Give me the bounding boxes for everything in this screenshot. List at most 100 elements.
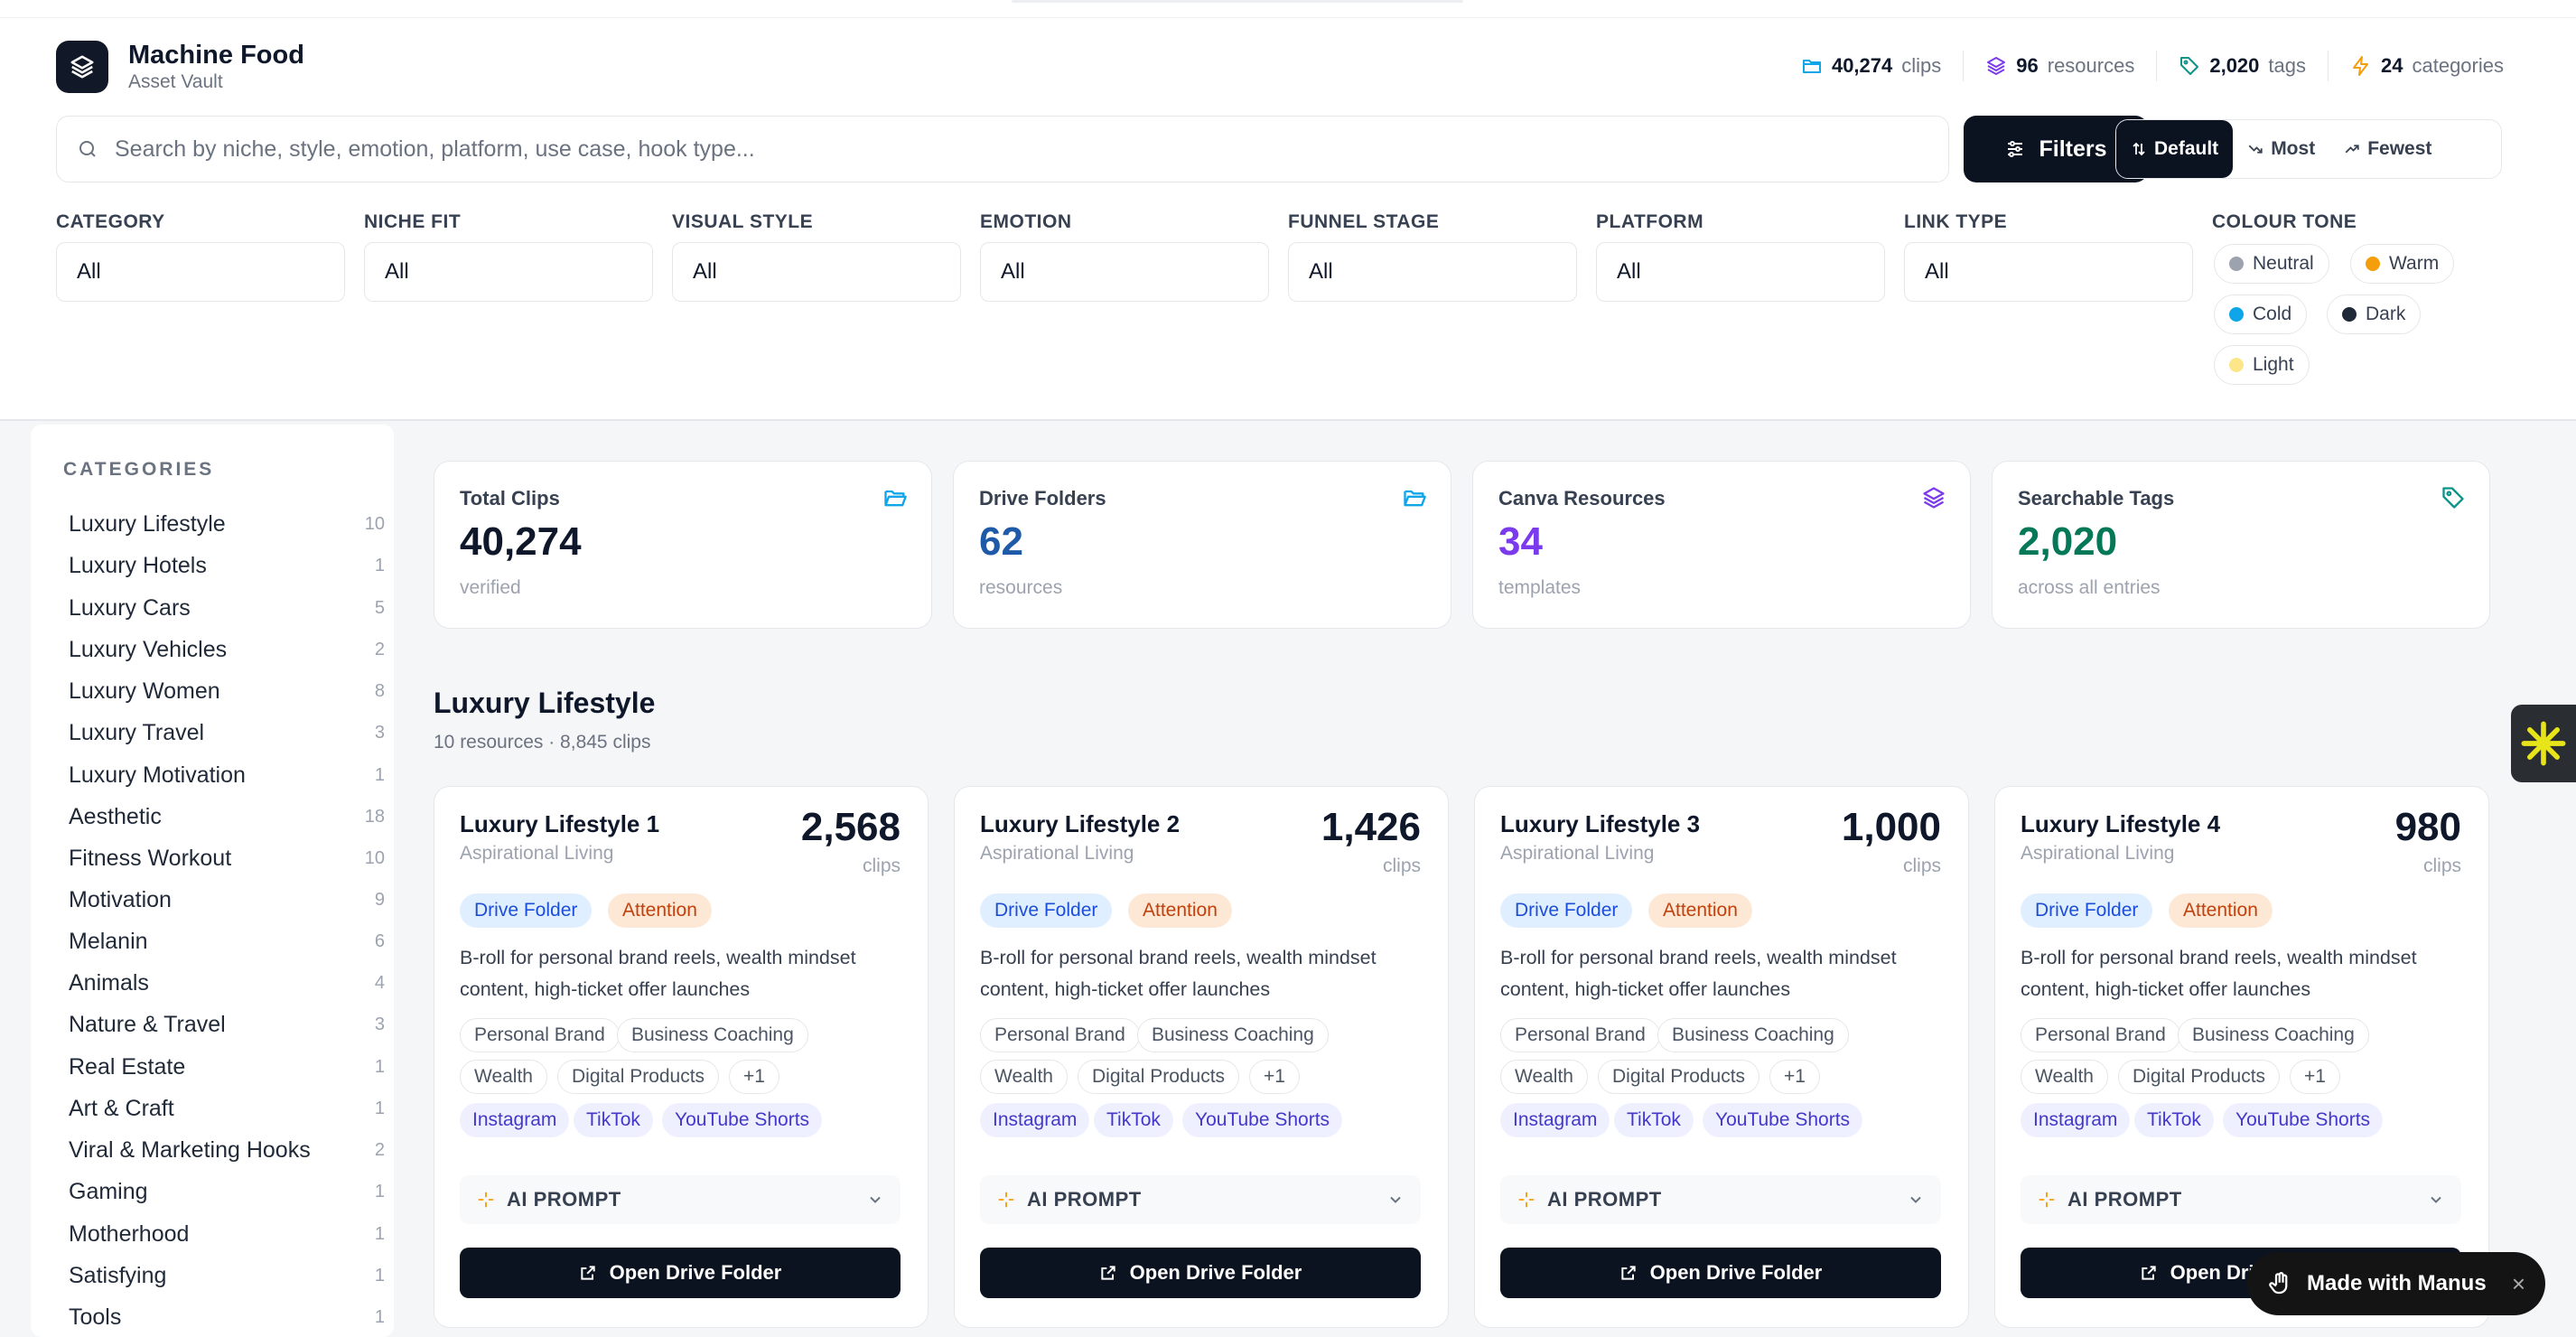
sidebar-item[interactable]: Art & Craft 1 [69, 1090, 385, 1127]
tag-pill[interactable]: Personal Brand [460, 1018, 620, 1052]
app-subtitle: Asset Vault [128, 71, 223, 92]
filter-label-niche-fit: NICHE FIT [364, 211, 462, 232]
tag-pill[interactable]: Digital Products [1598, 1060, 1760, 1094]
tag-pill[interactable]: Business Coaching [1137, 1018, 1329, 1052]
sidebar-item[interactable]: Tools 1 [69, 1299, 385, 1335]
sidebar-item[interactable]: Luxury Motivation 1 [69, 757, 385, 793]
tag-pill-more[interactable]: +1 [729, 1060, 779, 1094]
sidebar-item[interactable]: Nature & Travel 3 [69, 1006, 385, 1042]
sliders-icon [2008, 141, 2023, 157]
sparkle-icon [478, 1192, 494, 1208]
sidebar-item[interactable]: Luxury Women 8 [69, 673, 385, 709]
open-drive-folder-button[interactable]: Open Drive Folder [980, 1248, 1421, 1298]
brand[interactable]: Machine Food Asset Vault [56, 40, 304, 94]
sidebar-item[interactable]: Luxury Cars 5 [69, 590, 385, 626]
dot-icon [2366, 257, 2380, 271]
close-icon[interactable]: × [2512, 1270, 2525, 1298]
tag-pill-more[interactable]: +1 [1769, 1060, 1820, 1094]
tone-chip-warm[interactable]: Warm [2350, 244, 2455, 284]
filter-select-visual-style[interactable]: All [672, 242, 961, 302]
tag-pill-more[interactable]: +1 [1249, 1060, 1300, 1094]
tone-chip-dark[interactable]: Dark [2327, 295, 2422, 334]
tag-pill[interactable]: Wealth [460, 1060, 547, 1094]
tone-chip-cold[interactable]: Cold [2214, 295, 2308, 334]
filter-select-niche-fit[interactable]: All [364, 242, 653, 302]
tag-pill[interactable]: Digital Products [557, 1060, 720, 1094]
tag-pill[interactable]: Personal Brand [980, 1018, 1140, 1052]
tag-pill-more[interactable]: +1 [2290, 1060, 2340, 1094]
sidebar-item[interactable]: Motivation 9 [69, 882, 385, 918]
asterisk-icon [2521, 721, 2566, 766]
filter-select-emotion[interactable]: All [980, 242, 1269, 302]
open-drive-folder-button[interactable]: Open Drive Folder [460, 1248, 901, 1298]
filter-select-funnel-stage[interactable]: All [1288, 242, 1577, 302]
sidebar-item[interactable]: Fitness Workout 10 [69, 840, 385, 876]
tag-pill[interactable]: Personal Brand [2021, 1018, 2180, 1052]
tag-pill[interactable]: Business Coaching [1657, 1018, 1849, 1052]
side-widget-button[interactable] [2511, 705, 2576, 782]
sparkle-icon [1518, 1192, 1535, 1208]
tag-pill[interactable]: Wealth [980, 1060, 1068, 1094]
tone-chip-light[interactable]: Light [2214, 345, 2310, 385]
tag-pill[interactable]: Personal Brand [1500, 1018, 1660, 1052]
platform-pill: YouTube Shorts [1703, 1103, 1863, 1137]
sort-fewest-button[interactable]: Fewest [2329, 120, 2446, 178]
sidebar-item[interactable]: Real Estate 1 [69, 1049, 385, 1085]
category-sidebar: CATEGORIES Luxury Lifestyle 10 Luxury Hot… [31, 425, 394, 1337]
tag-pill[interactable]: Wealth [2021, 1060, 2108, 1094]
external-link-icon [1100, 1266, 1115, 1280]
made-with-manus-badge[interactable]: Made with Manus × [2247, 1252, 2545, 1315]
sidebar-item[interactable]: Animals 4 [69, 965, 385, 1001]
sort-default-button[interactable]: Default [2116, 120, 2234, 178]
resource-subtitle: Aspirational Living [460, 843, 614, 864]
top-strip [0, 0, 2576, 18]
sidebar-item[interactable]: Luxury Lifestyle 10 [69, 506, 385, 542]
sort-most-button[interactable]: Most [2233, 120, 2329, 178]
open-drive-folder-button[interactable]: Open Drive Folder [1500, 1248, 1941, 1298]
platform-pill: TikTok [574, 1103, 653, 1137]
stat-resources: 96 resources [1964, 51, 2158, 81]
filter-label-platform: PLATFORM [1596, 211, 1704, 232]
sidebar-item[interactable]: Luxury Vehicles 2 [69, 631, 385, 668]
resource-card: Luxury Lifestyle 4 Aspirational Living 9… [1994, 786, 2489, 1328]
chevron-down-icon [1390, 1196, 1401, 1203]
tag-pill[interactable]: Wealth [1500, 1060, 1588, 1094]
dot-icon [2342, 307, 2357, 322]
platform-pill: Instagram [1500, 1103, 1610, 1137]
tag-pill[interactable]: Business Coaching [617, 1018, 808, 1052]
resource-clips-label: clips [862, 855, 901, 876]
sidebar-item[interactable]: Luxury Travel 3 [69, 715, 385, 751]
filter-select-link-type[interactable]: All [1904, 242, 2193, 302]
platform-pill: TikTok [1614, 1103, 1694, 1137]
summary-card-drive-folders: Drive Folders 62 resources [953, 461, 1451, 629]
ai-prompt-toggle[interactable]: AI PROMPT [1500, 1175, 1941, 1224]
filter-label-emotion: EMOTION [980, 211, 1072, 232]
tag-pill[interactable]: Digital Products [1078, 1060, 1240, 1094]
ai-prompt-toggle[interactable]: AI PROMPT [980, 1175, 1421, 1224]
ai-prompt-toggle[interactable]: AI PROMPT [460, 1175, 901, 1224]
sidebar-item[interactable]: Gaming 1 [69, 1173, 385, 1210]
filter-select-platform[interactable]: All [1596, 242, 1885, 302]
sidebar-item[interactable]: Aesthetic 18 [69, 799, 385, 835]
tag-pill[interactable]: Digital Products [2118, 1060, 2281, 1094]
badge-drive-folder: Drive Folder [980, 893, 1113, 928]
platform-pill: YouTube Shorts [1182, 1103, 1343, 1137]
platform-pill: TikTok [2134, 1103, 2214, 1137]
sidebar-item[interactable]: Luxury Hotels 1 [69, 547, 385, 584]
tone-chip-neutral[interactable]: Neutral [2214, 244, 2329, 284]
stat-tags: 2,020 tags [2157, 51, 2329, 81]
badge-drive-folder: Drive Folder [1500, 893, 1633, 928]
filter-select-category[interactable]: All [56, 242, 345, 302]
resource-clips-label: clips [1382, 855, 1421, 876]
search-bar[interactable] [56, 116, 1949, 182]
platform-pill: Instagram [2021, 1103, 2131, 1137]
sidebar-item[interactable]: Melanin 6 [69, 923, 385, 959]
sidebar-item[interactable]: Motherhood 1 [69, 1216, 385, 1252]
hand-icon [2269, 1272, 2288, 1295]
sidebar-item[interactable]: Satisfying 1 [69, 1258, 385, 1294]
search-input[interactable] [115, 136, 1948, 163]
tag-pill[interactable]: Business Coaching [2178, 1018, 2369, 1052]
ai-prompt-toggle[interactable]: AI PROMPT [2021, 1175, 2461, 1224]
resource-card: Luxury Lifestyle 2 Aspirational Living 1… [954, 786, 1449, 1328]
sidebar-item[interactable]: Viral & Marketing Hooks 2 [69, 1132, 385, 1168]
